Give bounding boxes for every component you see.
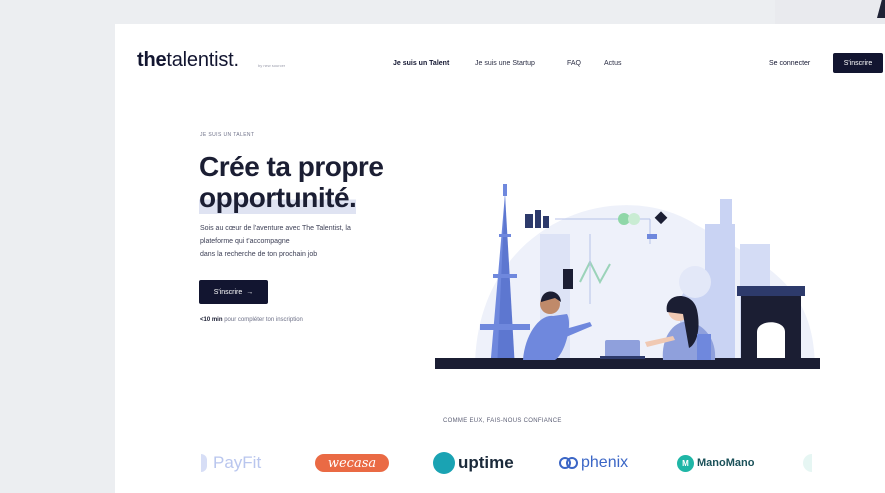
landing-page: thetalentist. by new sourcer Je suis un … <box>115 24 885 493</box>
hero-title-line2: opportunité. <box>199 182 357 214</box>
nav-actus[interactable]: Actus <box>604 60 622 67</box>
hero-illustration <box>435 184 820 369</box>
logo-subtitle: by new sourcer <box>258 63 286 68</box>
brand-partial <box>803 448 812 478</box>
hero-description: Sois au cœur de l'aventure avec The Tale… <box>200 225 351 258</box>
phenix-icon <box>559 457 578 469</box>
signup-button-header[interactable]: S'inscrire <box>833 53 883 73</box>
signup-button-hero[interactable]: S'inscrire → <box>199 280 268 304</box>
corner-decoration <box>877 0 885 18</box>
partial-logo-icon <box>803 454 812 472</box>
hero-title-line1: Crée ta propre <box>199 151 384 182</box>
signup-hint: <10 min pour compléter ton inscription <box>200 317 303 323</box>
nav-startup[interactable]: Je suis une Startup <box>475 60 535 67</box>
payfit-icon <box>201 454 207 472</box>
trust-label: COMME EUX, FAIS-NOUS CONFIANCE <box>443 418 562 424</box>
manomano-icon: M <box>677 454 694 472</box>
uptime-icon <box>433 452 455 474</box>
brand-payfit: PayFit <box>201 448 261 478</box>
background-left <box>0 0 115 493</box>
logo[interactable]: thetalentist. <box>137 49 239 72</box>
background-top <box>115 0 775 26</box>
brand-wecasa: wecasa <box>315 448 389 478</box>
brand-uptime: uptime <box>433 448 514 478</box>
brand-manomano: M ManoMano <box>677 448 754 478</box>
nav-faq[interactable]: FAQ <box>567 60 581 67</box>
hero-eyebrow: JE SUIS UN TALENT <box>200 132 255 138</box>
login-link[interactable]: Se connecter <box>769 60 810 67</box>
nav-talent[interactable]: Je suis un Talent <box>393 60 449 67</box>
arrow-right-icon: → <box>246 288 254 296</box>
brand-phenix: phenix <box>559 448 628 478</box>
